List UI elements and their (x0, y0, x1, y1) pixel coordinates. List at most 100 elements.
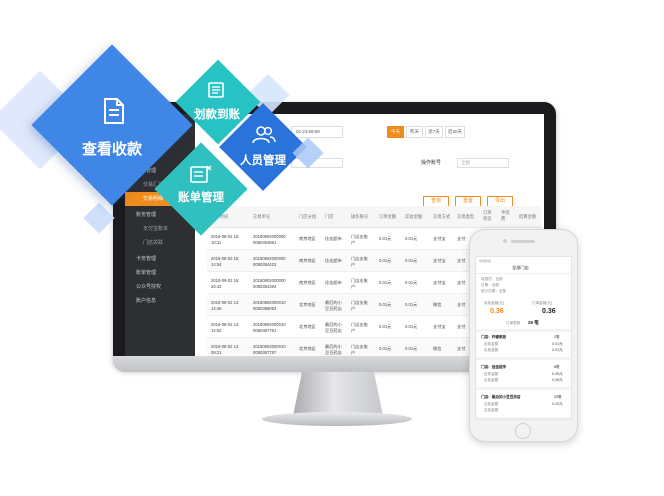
shop-received-value: 0.06元 (552, 378, 563, 382)
column-header: 交易类型 (457, 214, 475, 219)
table-cell: 支付 (457, 258, 466, 263)
table-cell: 2018-08-02 14: 12:52 (211, 322, 240, 333)
table-cell: 最后的小 豆豆药店 (325, 344, 342, 355)
received-value: 0.36 (490, 308, 504, 315)
table-cell: 0.01元 (379, 280, 392, 285)
column-header: 门店分组 (299, 214, 317, 219)
operator-select[interactable]: 全部 (457, 158, 509, 168)
sidebar-item[interactable]: 卡务管理 (125, 252, 195, 266)
table-cell: 最后的小 豆豆药店 (325, 300, 342, 311)
table-cell: 支付 (457, 346, 466, 351)
table-cell: 微信 (433, 346, 442, 351)
shop-receivable-label: 应收金额 (484, 402, 499, 406)
table-cell: 2018-08-02 16: 14:54 (211, 256, 240, 267)
table-cell: 佳佳超市 (325, 258, 342, 263)
document-icon (104, 98, 124, 124)
home-button (515, 423, 531, 439)
shop-receivable-value: 0.06元 (552, 372, 563, 376)
table-cell: 门店支账 户 (351, 322, 368, 333)
divider (476, 357, 571, 360)
transfer-label: 划款到账 (194, 109, 240, 121)
table-cell: 20180802000010 0080358053 (253, 300, 286, 311)
sidebar-item[interactable]: 账单管理 (125, 266, 195, 280)
sidebar-item[interactable]: 支付宝账本 (125, 222, 195, 236)
table-cell: 0.01元 (405, 324, 418, 329)
smartphone: 中国移动 全部门店 收银员：全部 日期：全部 统计日期：全部 实收金额(元) 0… (469, 229, 578, 442)
decor-diamond (83, 202, 115, 234)
table-cell: 门店支账 户 (351, 278, 368, 289)
table-cell: 微信 (433, 302, 442, 307)
shop-receivable-label: 应收金额 (484, 372, 499, 376)
table-cell: 北京地区 (299, 346, 316, 351)
shop-received-value: 0.01元 (552, 348, 563, 352)
table-cell: 支付 (457, 280, 466, 285)
sidebar-item[interactable]: 账户信息 (125, 294, 195, 308)
monitor-stand (293, 372, 383, 416)
shop-received-label: 实收金额 (484, 348, 499, 352)
column-header: 操作账号 (351, 214, 369, 219)
table-cell: 门店支账 户 (351, 344, 368, 355)
column-header: 实收金额 (405, 214, 423, 219)
table-cell: 支付宝 (433, 258, 446, 263)
table-cell: 0.01元 (379, 302, 392, 307)
range-7days-button[interactable]: 近7天 (425, 126, 443, 138)
table-cell: 20180802000010 0080387787 (253, 344, 286, 355)
phone-title: 全部门店 (512, 265, 529, 270)
divider (476, 417, 571, 419)
phone-speaker (511, 240, 535, 243)
table-cell: 佳佳超市 (325, 236, 342, 241)
table-cell: 2018-08-02 16: 26:42 (211, 278, 240, 289)
table-cell: 支付宝 (433, 324, 446, 329)
shop-received-label: 实收金额 (484, 408, 499, 412)
shop-count: 1笔 (554, 335, 560, 339)
operator-label: 操作账号 (421, 160, 442, 166)
shop-name: 门店：柠檬家居 (481, 335, 507, 339)
monitor-base (262, 412, 412, 426)
shop-received-label: 实收金额 (484, 378, 499, 382)
table-cell: 佳佳超市 (325, 280, 342, 285)
table-cell: 支付宝 (433, 280, 446, 285)
bill-icon (190, 165, 212, 183)
table-cell: 20180802000000 0080354861 (253, 234, 286, 245)
shop-receivable-value: 0.20元 (552, 402, 563, 406)
table-cell: 0.01元 (379, 324, 392, 329)
table-cell: 最后的小 豆豆药店 (325, 322, 342, 333)
table-cell: 2018-08-02 16: 10:11 (211, 234, 240, 245)
order-count-value: 29 笔 (528, 320, 539, 325)
table-cell: 南京地区 (299, 258, 316, 263)
shop-name: 门店：佳佳超市 (481, 365, 507, 369)
column-header: 订单 状态 (483, 210, 492, 221)
table-cell: 0.01元 (405, 236, 418, 241)
date-filter: 统计日期：全部 (481, 289, 507, 293)
table-cell: 门店支账 户 (351, 234, 368, 245)
table-cell: 0.01元 (405, 258, 418, 263)
date-end-input[interactable]: 02 23:59:59 (291, 126, 343, 138)
shop-receivable-label: 应收金额 (484, 342, 499, 346)
range-30days-button[interactable]: 近30天 (445, 126, 465, 138)
order-amount-value: 0.36 (542, 308, 556, 315)
hero-banner: 首页首页功能交易管理交易汇总交易明细账务管理支付宝账本门店关联卡务管理账单管理公… (0, 0, 664, 496)
sidebar-item[interactable]: 门店关联 (125, 236, 195, 250)
sidebar-item[interactable]: 公众号授权 (125, 280, 195, 294)
table-cell: 20180802000000 0080354423 (253, 256, 286, 267)
users-icon (252, 126, 276, 144)
table-cell: 0.01元 (379, 236, 392, 241)
view-payment-label: 查看收款 (81, 141, 142, 158)
table-cell: 0.01元 (379, 346, 392, 351)
range-yesterday-button[interactable]: 昨天 (406, 126, 423, 138)
range-today-button[interactable]: 今天 (387, 126, 404, 138)
table-cell: 0.01元 (405, 346, 418, 351)
received-label: 实收金额(元) (484, 301, 505, 305)
column-header: 手续 费 (501, 210, 510, 221)
phone-camera (503, 239, 507, 243)
shop-receivable-value: 0.01元 (552, 342, 563, 346)
table-cell: 支付 (457, 302, 466, 307)
shop-count: 6笔 (554, 365, 560, 369)
order-count-label: 订单笔数 (506, 321, 521, 325)
billing-label: 账单管理 (178, 192, 224, 204)
period-filter: 日期：全部 (481, 283, 499, 287)
column-header: 门店 (325, 214, 334, 219)
order-amount-label: 订单金额(元) (532, 301, 553, 305)
table-cell: 20180802000000 0080354384 (253, 278, 286, 289)
table-cell: 南京地区 (299, 236, 316, 241)
